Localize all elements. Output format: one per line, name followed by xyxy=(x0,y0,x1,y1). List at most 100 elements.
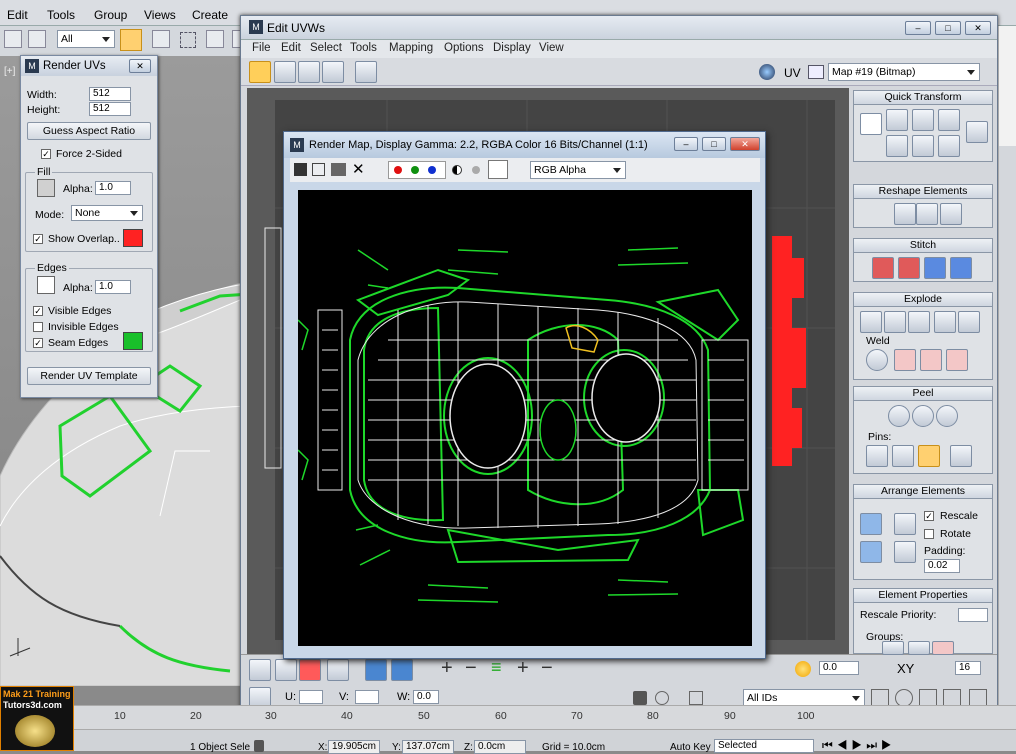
relax-settings-icon[interactable] xyxy=(940,203,962,225)
mode-dropdown[interactable]: None xyxy=(71,205,143,221)
uvw-menu-view[interactable]: View xyxy=(539,42,564,54)
grow-select-icon[interactable] xyxy=(365,659,387,681)
straighten-icon[interactable] xyxy=(894,203,916,225)
linear-align-icon[interactable] xyxy=(966,121,988,143)
padding-field[interactable]: 0.02 xyxy=(924,559,960,573)
fill-color-swatch[interactable] xyxy=(37,179,55,197)
invisible-edges-checkbox[interactable] xyxy=(33,322,43,332)
vertex-mode-icon[interactable] xyxy=(249,659,271,681)
scale-icon[interactable] xyxy=(298,61,320,83)
arrange-header[interactable]: Arrange Elements xyxy=(853,484,993,499)
green-channel-icon[interactable] xyxy=(411,166,419,174)
select-object-icon[interactable] xyxy=(120,29,142,51)
copy-icon[interactable] xyxy=(312,163,325,176)
minus-icon[interactable]: − xyxy=(465,657,477,680)
group-select-icon[interactable] xyxy=(932,641,954,655)
select-element-icon[interactable] xyxy=(327,659,349,681)
menu-group[interactable]: Group xyxy=(94,8,127,22)
blue-channel-icon[interactable] xyxy=(428,166,436,174)
render-map-maximize-button[interactable]: □ xyxy=(702,137,726,151)
checker-icon[interactable] xyxy=(808,65,824,79)
time-ruler[interactable]: 10 20 30 40 50 60 70 80 90 100 xyxy=(0,705,1016,729)
relax-icon[interactable] xyxy=(916,203,938,225)
xy-label[interactable]: XY xyxy=(897,661,914,676)
weld-target-icon[interactable] xyxy=(866,349,888,371)
command-panel-scrollbar[interactable] xyxy=(998,26,1016,146)
space-v-icon[interactable] xyxy=(912,135,934,157)
uvw-menu-options[interactable]: Options xyxy=(444,42,484,54)
print-icon[interactable] xyxy=(331,163,346,176)
pin-icon[interactable] xyxy=(866,445,888,467)
flatten-mat-icon[interactable] xyxy=(908,311,930,333)
uvw-menu-mapping[interactable]: Mapping xyxy=(389,42,433,54)
menu-edit[interactable]: Edit xyxy=(7,8,28,22)
uvw-menu-tools[interactable]: Tools xyxy=(350,42,377,54)
seam-color-swatch[interactable] xyxy=(123,332,143,350)
visible-edges-checkbox[interactable]: ✓ xyxy=(33,306,43,316)
plus-icon[interactable]: + xyxy=(441,657,453,680)
quick-peel-icon[interactable] xyxy=(888,405,910,427)
quick-transform-header[interactable]: Quick Transform xyxy=(853,90,993,105)
show-overlap-checkbox[interactable]: ✓ xyxy=(33,234,43,244)
seam-edges-checkbox[interactable]: ✓ xyxy=(33,338,43,348)
move-icon[interactable] xyxy=(249,61,271,83)
hide-icon[interactable] xyxy=(655,691,669,705)
flatten-options-icon[interactable] xyxy=(958,311,980,333)
pack-custom-icon[interactable] xyxy=(894,513,916,535)
loop-icon[interactable]: ≡ xyxy=(491,657,502,678)
lscm-icon[interactable] xyxy=(912,405,934,427)
weld-threshold-icon[interactable] xyxy=(946,349,968,371)
render-uvs-titlebar[interactable]: M Render UVs ✕ xyxy=(21,56,157,76)
uvw-menu-edit[interactable]: Edit xyxy=(281,42,301,54)
clear-icon[interactable]: ✕ xyxy=(352,160,365,178)
alpha-channel-icon[interactable] xyxy=(452,165,462,175)
render-uvs-close-button[interactable]: ✕ xyxy=(129,59,151,73)
ring-plus-icon[interactable]: + xyxy=(517,657,529,680)
save-icon[interactable] xyxy=(294,163,307,176)
auto-pin-icon[interactable] xyxy=(918,445,940,467)
freeform-icon[interactable] xyxy=(322,61,344,83)
uvw-menu-select[interactable]: Select xyxy=(310,42,342,54)
globe-icon[interactable] xyxy=(759,64,775,80)
soft-select-icon[interactable] xyxy=(795,661,811,677)
falloff-value-field[interactable]: 0.0 xyxy=(819,661,859,675)
rotate-90-icon[interactable] xyxy=(938,109,960,131)
render-map-close-button[interactable]: ✕ xyxy=(730,137,760,151)
rotate-icon[interactable] xyxy=(274,61,296,83)
uvw-menu-file[interactable]: File xyxy=(252,42,271,54)
pack-options-icon[interactable] xyxy=(894,541,916,563)
uvw-menu-display[interactable]: Display xyxy=(493,42,531,54)
peel-header[interactable]: Peel xyxy=(853,386,993,401)
edges-alpha-field[interactable]: 1.0 xyxy=(95,280,131,294)
auto-key-label[interactable]: Auto Key xyxy=(670,742,711,753)
freeze-icon[interactable] xyxy=(689,691,703,705)
mono-icon[interactable] xyxy=(472,166,480,174)
selection-filter-dropdown[interactable]: All xyxy=(57,30,115,48)
force-2-sided-checkbox[interactable]: ✓ xyxy=(41,149,51,159)
u-field[interactable] xyxy=(299,690,323,704)
weld-edge-icon[interactable] xyxy=(920,349,942,371)
edge-color-swatch[interactable] xyxy=(37,276,55,294)
ring-minus-icon[interactable]: − xyxy=(541,657,553,680)
reshape-header[interactable]: Reshape Elements xyxy=(853,184,993,199)
maximize-button[interactable]: □ xyxy=(935,21,961,35)
group-add-icon[interactable] xyxy=(882,641,904,655)
rescale-checkbox[interactable]: ✓ xyxy=(924,511,934,521)
window-crossing-icon[interactable] xyxy=(206,30,224,48)
lock-selection-icon[interactable] xyxy=(254,740,264,752)
pivot-icon[interactable] xyxy=(860,113,882,135)
y-coordinate-field[interactable]: 137.07cm xyxy=(402,740,454,754)
stitch-average-icon[interactable] xyxy=(924,257,946,279)
shrink-select-icon[interactable] xyxy=(391,659,413,681)
menu-views[interactable]: Views xyxy=(144,8,176,22)
edge-mode-icon[interactable] xyxy=(275,659,297,681)
channel-display-dropdown[interactable]: RGB Alpha xyxy=(530,161,626,179)
rescale-priority-field[interactable] xyxy=(958,608,988,622)
overlap-color-swatch[interactable] xyxy=(123,229,143,247)
height-field[interactable]: 512 xyxy=(89,102,131,116)
align-v-icon[interactable] xyxy=(912,109,934,131)
w-field[interactable]: 0.0 xyxy=(413,690,439,704)
reset-peel-icon[interactable] xyxy=(936,405,958,427)
flatten-icon[interactable] xyxy=(884,311,906,333)
pack-normalize-icon[interactable] xyxy=(860,513,882,535)
